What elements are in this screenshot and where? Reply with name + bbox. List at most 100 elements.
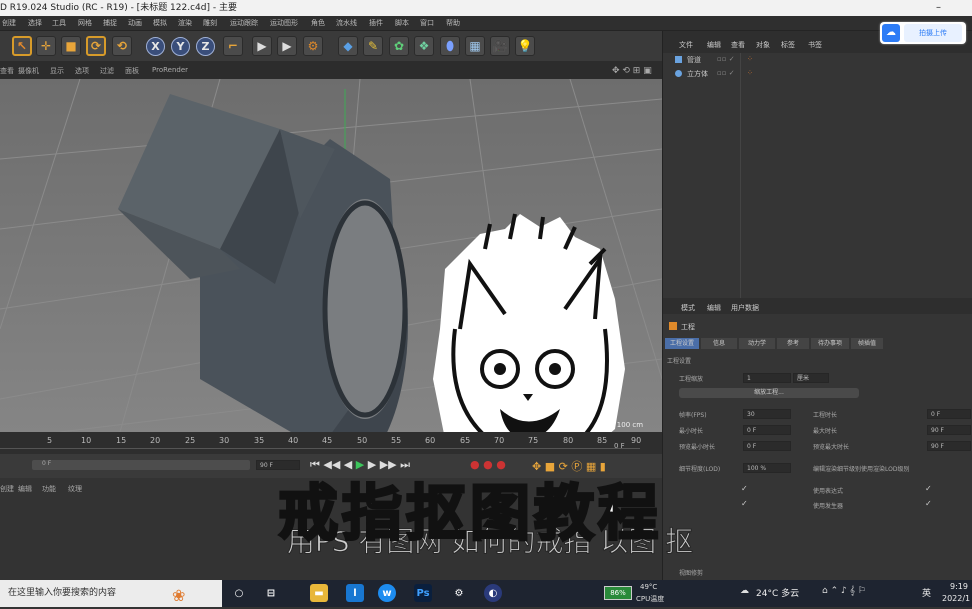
photoshop-icon[interactable]: Ps	[414, 584, 432, 602]
preview-min-field[interactable]: 0 F	[743, 441, 791, 451]
app-circle-icon[interactable]: ◐	[484, 584, 502, 602]
cube-icon[interactable]: ◆	[338, 36, 358, 56]
tab-project-settings[interactable]: 工程设置	[665, 338, 699, 349]
subdivision-icon[interactable]: ✿	[389, 36, 409, 56]
om-menu-item[interactable]: 对象	[756, 40, 770, 50]
render-settings-icon[interactable]: ⚙	[303, 36, 323, 56]
viewport-menu-item[interactable]: 面板	[125, 66, 139, 76]
recent-tool-icon[interactable]: ⟲	[112, 36, 132, 56]
axis-y-button[interactable]: Y	[171, 37, 190, 56]
menu-item[interactable]: 帮助	[446, 18, 460, 28]
checkbox-icon[interactable]: ✓	[925, 499, 932, 508]
render-view-icon[interactable]: ▶	[252, 36, 272, 56]
input-method[interactable]: 英	[922, 586, 931, 599]
am-menu-item[interactable]: 编辑	[707, 303, 721, 313]
wps-icon[interactable]: w	[378, 584, 396, 602]
viewport-menu-item[interactable]: 过滤	[100, 66, 114, 76]
om-menu-item[interactable]: 标签	[781, 40, 795, 50]
clock-time[interactable]: 9:19	[950, 582, 968, 591]
checkbox-icon[interactable]: ✓	[925, 484, 932, 493]
tag-icon[interactable]: ⁘	[747, 55, 753, 63]
menu-item[interactable]: 动画	[128, 18, 142, 28]
menu-item[interactable]: 选择	[28, 18, 42, 28]
om-menu-item[interactable]: 书签	[808, 40, 822, 50]
menu-item[interactable]: 捕捉	[103, 18, 117, 28]
task-view-icon[interactable]: ○	[230, 584, 248, 602]
viewport-menu-item[interactable]: 选项	[75, 66, 89, 76]
viewport-menu-item[interactable]: 摄像机	[18, 66, 39, 76]
menu-item[interactable]: 脚本	[395, 18, 409, 28]
floor-icon[interactable]: ▦	[465, 36, 485, 56]
material-tab[interactable]: 纹理	[68, 484, 82, 494]
tag-icon[interactable]: ⁘	[747, 69, 753, 77]
c4d-icon[interactable]: ⚙	[450, 584, 468, 602]
coordinate-system-icon[interactable]: ⌐	[223, 36, 243, 56]
deformer-icon[interactable]: ⬮	[440, 36, 460, 56]
material-tab[interactable]: 创建	[0, 484, 14, 494]
om-menu-item[interactable]: 编辑	[707, 40, 721, 50]
light-icon[interactable]: 💡	[515, 36, 535, 56]
key-options-icon[interactable]: ✥ ■ ⟳ Ⓟ ▦ ▮	[532, 458, 606, 474]
multitask-icon[interactable]: ⊟	[262, 584, 280, 602]
menu-item[interactable]: 角色	[311, 18, 325, 28]
3d-viewport[interactable]: 网格间距 : 100 cm	[0, 79, 662, 432]
tab-dynamics[interactable]: 动力学	[739, 338, 775, 349]
viewport-menu-item[interactable]: 显示	[50, 66, 64, 76]
viewport-menu-item[interactable]: ProRender	[152, 66, 188, 74]
menu-item[interactable]: 网格	[78, 18, 92, 28]
tab-todo[interactable]: 待办事项	[811, 338, 849, 349]
pen-icon[interactable]: ✎	[363, 36, 383, 56]
visibility-toggle-icon[interactable]: ▫▫ ✓	[717, 69, 735, 77]
tab-interpolation[interactable]: 帧插值	[851, 338, 883, 349]
menu-item[interactable]: 运动跟踪	[230, 18, 258, 28]
file-explorer-icon[interactable]: ▬	[310, 584, 328, 602]
object-row[interactable]: 管道 ▫▫ ✓ ⁘	[667, 55, 967, 67]
menu-item[interactable]: 渲染	[178, 18, 192, 28]
scale-unit-dropdown[interactable]: 厘米	[793, 373, 829, 383]
viewport-menu-item[interactable]: 查看	[0, 66, 14, 76]
cloner-icon[interactable]: ❖	[414, 36, 434, 56]
scale-project-button[interactable]: 缩放工程...	[679, 388, 859, 398]
record-keys-icon[interactable]: ● ● ●	[470, 458, 506, 471]
checkbox-icon[interactable]: ✓	[741, 499, 748, 508]
move-tool-icon[interactable]: ✛	[36, 36, 56, 56]
transport-controls-icon[interactable]: ⏮ ◀◀ ◀ ▶ ▶ ▶▶ ⏭	[310, 458, 410, 472]
weather-text[interactable]: 24°C 多云	[756, 586, 799, 599]
menu-item[interactable]: 工具	[52, 18, 66, 28]
taskbar-search-box[interactable]: 在这里输入你要搜索的内容 ❀	[0, 580, 222, 607]
fps-field[interactable]: 30	[743, 409, 791, 419]
tab-info[interactable]: 信息	[701, 338, 737, 349]
viewport-nav-icon[interactable]: ✥ ⟲ ⊞ ▣	[612, 66, 652, 76]
checkbox-icon[interactable]: ✓	[741, 484, 748, 493]
menu-item[interactable]: 创建	[2, 18, 16, 28]
om-menu-item[interactable]: 文件	[679, 40, 693, 50]
am-menu-item[interactable]: 模式	[681, 303, 695, 313]
upload-button[interactable]: ☁ 拍摄上传	[880, 22, 966, 44]
max-time-field[interactable]: 90 F	[927, 425, 971, 435]
menu-item[interactable]: 运动图形	[270, 18, 298, 28]
axis-z-button[interactable]: Z	[196, 37, 215, 56]
preview-max-field[interactable]: 90 F	[927, 441, 971, 451]
tray-icons[interactable]: ⌂ ⌃ ♪ 𝄞 ⚐	[822, 586, 866, 596]
timeline-ruler[interactable]: 5 10 15 20 25 30 35 40 45 50 55 60 65 70…	[0, 432, 662, 454]
scale-value-field[interactable]: 1	[743, 373, 791, 383]
menu-item[interactable]: 插件	[369, 18, 383, 28]
visibility-toggle-icon[interactable]: ▫▫ ✓	[717, 55, 735, 63]
menu-item[interactable]: 雕刻	[203, 18, 217, 28]
lod-field[interactable]: 100 %	[743, 463, 791, 473]
app-blue-icon[interactable]: l	[346, 584, 364, 602]
project-time-field[interactable]: 0 F	[927, 409, 971, 419]
tab-reference[interactable]: 参考	[777, 338, 809, 349]
om-menu-item[interactable]: 查看	[731, 40, 745, 50]
camera-icon[interactable]: 🎥	[490, 36, 510, 56]
end-frame-field[interactable]: 90 F	[256, 460, 300, 470]
min-time-field[interactable]: 0 F	[743, 425, 791, 435]
frame-range-slider[interactable]: 0 F	[32, 460, 250, 470]
render-picture-viewer-icon[interactable]: ▶	[277, 36, 297, 56]
minimize-button[interactable]: –	[936, 0, 941, 16]
scale-tool-icon[interactable]: ■	[61, 36, 81, 56]
object-row[interactable]: 立方体 ▫▫ ✓ ⁘	[667, 69, 967, 81]
menu-item[interactable]: 窗口	[420, 18, 434, 28]
am-menu-item[interactable]: 用户数据	[731, 303, 759, 313]
menu-item[interactable]: 流水线	[336, 18, 357, 28]
